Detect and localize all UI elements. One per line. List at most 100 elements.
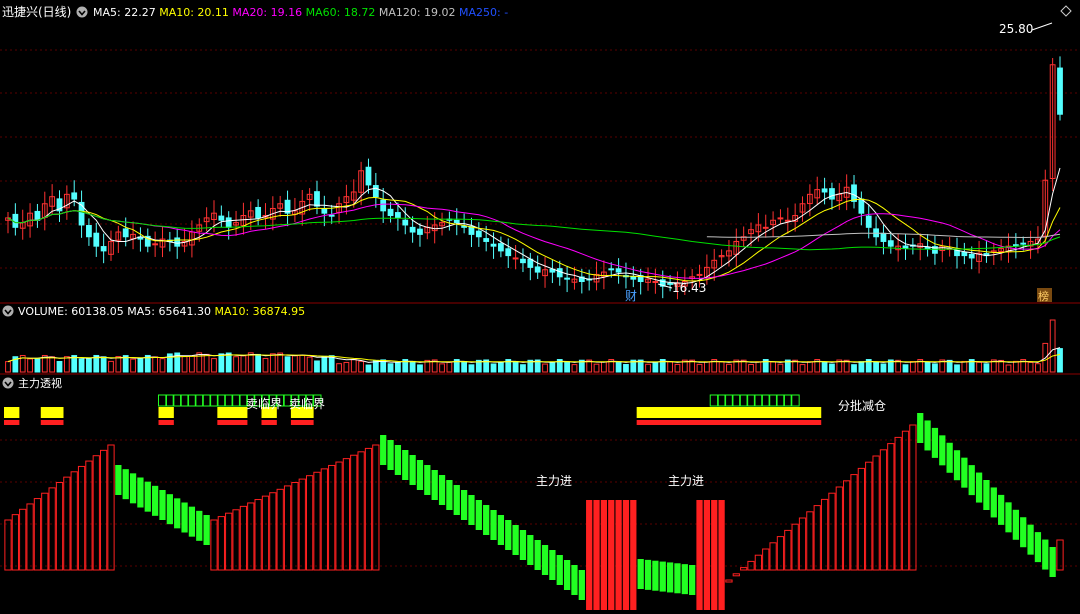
candle-body: [784, 219, 791, 222]
histogram-bar: [313, 471, 321, 571]
candle-body: [777, 217, 784, 220]
candle-body: [608, 268, 615, 271]
candle-body: [534, 266, 541, 273]
candle-body: [34, 210, 41, 221]
volume-bar: [858, 361, 865, 373]
volume-ma10-line: [7, 353, 1061, 363]
volume-bar: [358, 360, 365, 373]
signal-marker-yellow: [666, 407, 675, 418]
histogram-bar: [924, 420, 931, 451]
volume-toggle-icon[interactable]: [2, 305, 14, 317]
signal-marker-yellow: [747, 407, 756, 418]
histogram-bar: [424, 465, 431, 495]
histogram-bar: [261, 495, 270, 571]
candle-body: [954, 250, 960, 257]
volume-bar: [1005, 364, 1012, 373]
histogram-bar: [129, 473, 137, 504]
candle-body: [652, 281, 659, 284]
signal-box-green: [157, 394, 167, 407]
candle-body: [498, 243, 504, 252]
signal-marker-yellow: [783, 407, 792, 418]
histogram-bar: [483, 505, 490, 535]
volume-bar: [439, 363, 445, 373]
histogram-bar: [732, 573, 740, 577]
candle-body: [961, 251, 968, 257]
candle-body: [100, 246, 107, 252]
signal-marker-red: [290, 420, 299, 425]
signal-marker-yellow: [217, 407, 226, 418]
legend-item: MA250: -: [459, 6, 508, 19]
histogram-bar: [468, 495, 475, 525]
financial-report-marker[interactable]: 财: [625, 289, 637, 303]
signal-marker-red: [798, 420, 807, 425]
volume-bar: [314, 360, 320, 373]
histogram-bar: [33, 498, 42, 571]
signal-box-green: [731, 394, 741, 407]
candle-body: [402, 219, 409, 226]
volume-bar: [63, 356, 70, 373]
histogram-bar: [225, 512, 233, 571]
signal-marker-red: [724, 420, 733, 425]
signal-marker-yellow: [688, 407, 697, 418]
volume-bar: [674, 363, 681, 373]
volume-legend: VOLUME: 60138.05 MA5: 65641.30 MA10: 368…: [18, 305, 305, 318]
main-force-in-label-1: 主力进: [536, 474, 572, 488]
leaderboard-marker[interactable]: 榜: [1037, 288, 1052, 303]
histogram-bar: [865, 461, 873, 571]
histogram-bar: [659, 561, 666, 592]
price-header: 迅捷兴(日线) MA5: 22.27 MA10: 20.11 MA20: 19.…: [2, 5, 508, 19]
volume-bar: [211, 358, 217, 373]
histogram-bar: [798, 517, 807, 571]
candle-body: [1020, 242, 1027, 245]
signal-marker-yellow: [651, 407, 660, 418]
histogram-bar: [527, 535, 534, 565]
signal-marker-yellow: [732, 407, 741, 418]
signal-marker-yellow: [717, 407, 726, 418]
volume-bar: [615, 361, 622, 373]
histogram-bar: [968, 465, 975, 496]
sell-threshold-label-2: 卖临界: [289, 397, 325, 411]
signal-box-green: [724, 394, 734, 407]
histogram-bar: [1049, 547, 1056, 577]
volume-bar: [806, 361, 813, 373]
indicator-toggle-icon[interactable]: [2, 377, 14, 389]
volume-bar: [468, 364, 475, 373]
signal-marker-yellow: [644, 407, 653, 418]
histogram-bar: [291, 482, 299, 571]
legend-item: MA120: 19.02: [379, 6, 459, 19]
histogram-bar: [901, 430, 910, 571]
histogram-bar: [203, 515, 210, 545]
histogram-bar: [305, 475, 314, 571]
signal-box-green: [753, 394, 763, 407]
histogram-bar: [210, 519, 218, 571]
settings-diamond-icon[interactable]: [1060, 5, 1072, 17]
histogram-bar: [276, 488, 284, 571]
candle-body: [564, 277, 570, 280]
volume-bar: [564, 361, 570, 373]
histogram-bar: [460, 490, 468, 520]
histogram-bar: [615, 500, 622, 610]
signal-marker-yellow: [658, 407, 667, 418]
candle-body: [122, 228, 129, 238]
histogram-bar: [622, 500, 630, 610]
histogram-bar: [843, 480, 851, 571]
volume-bar: [983, 363, 990, 373]
signal-marker-yellow: [754, 407, 763, 418]
high-price-arrow: [1031, 22, 1053, 31]
signal-marker-yellow: [158, 407, 167, 418]
histogram-bar: [85, 460, 93, 571]
histogram-bar: [718, 500, 725, 610]
histogram-bar: [740, 567, 748, 571]
collapse-toggle-icon[interactable]: [76, 6, 88, 18]
volume-bar: [284, 356, 291, 373]
histogram-bar: [872, 455, 880, 571]
candle-body: [314, 191, 320, 207]
candle-body: [520, 258, 526, 264]
signal-box-green: [172, 394, 182, 407]
histogram-bar: [372, 444, 380, 571]
volume-bar: [821, 361, 828, 373]
signal-marker-yellow: [776, 407, 785, 418]
signal-marker-red: [761, 420, 770, 425]
volume-bar: [240, 355, 247, 373]
signal-marker-red: [261, 420, 270, 425]
